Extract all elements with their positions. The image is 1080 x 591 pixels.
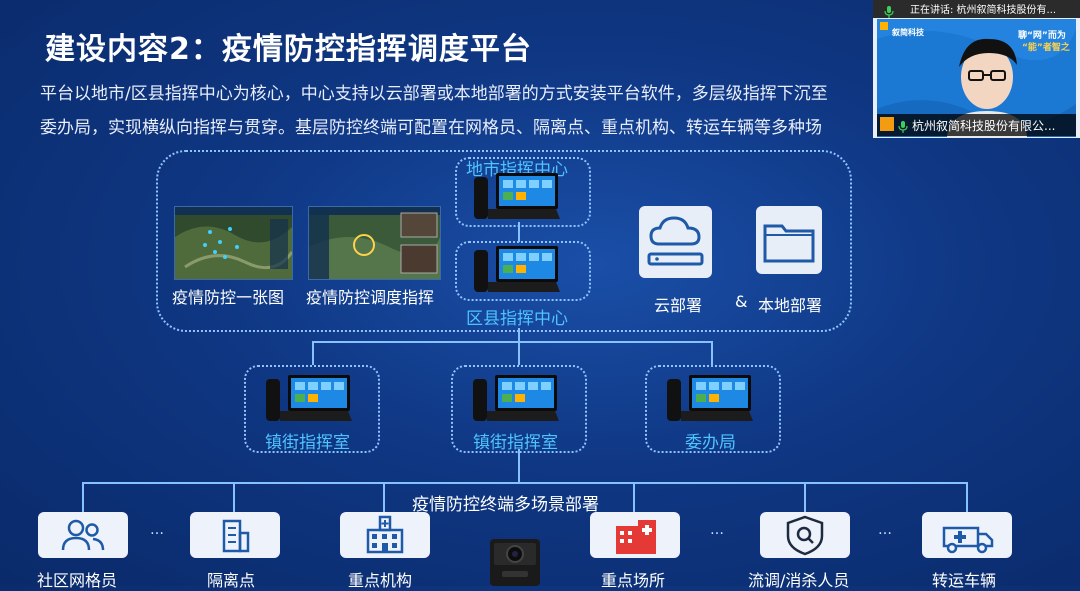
county-center-label: 区县指挥中心	[466, 309, 568, 329]
participant-name: 杭州叙简科技股份有限公...	[912, 119, 1056, 133]
local-deploy-label: 本地部署	[758, 296, 823, 315]
dispatch-screenshot	[308, 206, 441, 280]
ambulance-icon	[942, 526, 994, 554]
terminal-label-grid: 社区网格员	[37, 571, 118, 590]
terminal-label-institution: 重点机构	[348, 571, 413, 590]
hospital-icon	[366, 515, 404, 554]
terminal-label-quarantine: 隔离点	[207, 571, 256, 590]
terminal-card-transport	[922, 512, 1012, 558]
ellipsis-3: …	[878, 522, 892, 538]
terminal-label-transport: 转运车辆	[932, 571, 997, 590]
terminal-card-venue	[590, 512, 680, 558]
cloud-deploy-label: 云部署	[654, 296, 703, 315]
building-icon	[222, 519, 250, 553]
local-deploy-tile	[756, 206, 822, 274]
epidemic-map-screenshot	[174, 206, 293, 280]
shield-search-icon	[786, 515, 824, 556]
intro-text-line1: 平台以地市/区县指挥中心为核心，中心支持以云部署或本地部署的方式安装平台软件，多…	[40, 84, 828, 104]
people-icon	[61, 519, 105, 551]
folder-icon	[763, 224, 815, 263]
terminal-card-grid	[38, 512, 128, 558]
participant-mic-icon	[898, 118, 908, 137]
brand-logo-text: 叙简科技	[892, 28, 924, 37]
speaking-text: 正在讲话: 杭州叙简科技股份有...	[910, 5, 1057, 16]
desk-phone-mid-1	[266, 375, 356, 427]
mid-node-label-1: 镇街指挥室	[265, 433, 350, 453]
terminal-card-institution	[340, 512, 430, 558]
banner-line2: “能”者智之	[1022, 43, 1070, 53]
terminal-title: 疫情防控终端多场景部署	[412, 495, 599, 515]
cloud-deploy-tile	[639, 206, 712, 278]
cloud-icon	[647, 216, 704, 266]
desk-phone-mid-3	[667, 375, 757, 427]
ellipsis-2: …	[710, 522, 724, 538]
slide-title: 建设内容2：疫情防控指挥调度平台	[45, 32, 532, 67]
body-camera-device	[488, 535, 542, 590]
dispatch-label: 疫情防控调度指挥	[306, 288, 435, 307]
ampersand: &	[735, 292, 748, 311]
desk-phone-mid-2	[473, 375, 563, 427]
terminal-card-quarantine	[190, 512, 280, 558]
participant-avatar-icon	[880, 117, 894, 131]
epidemic-map-label: 疫情防控一张图	[172, 288, 285, 307]
ellipsis-1: …	[150, 522, 164, 538]
desk-phone-city	[474, 173, 564, 225]
terminal-label-venue: 重点场所	[601, 571, 666, 590]
intro-text-line2: 委办局，实现横纵向指挥与贯穿。基层防控终端可配置在网格员、隔离点、重点机构、转运…	[40, 118, 822, 138]
terminal-card-epidemiology	[760, 512, 850, 558]
terminal-label-epidemiology: 流调/消杀人员	[748, 571, 850, 590]
mid-node-label-2: 镇街指挥室	[473, 433, 558, 453]
desk-phone-county	[474, 246, 564, 298]
venue-icon	[616, 520, 656, 554]
mid-node-label-3: 委办局	[685, 433, 736, 453]
